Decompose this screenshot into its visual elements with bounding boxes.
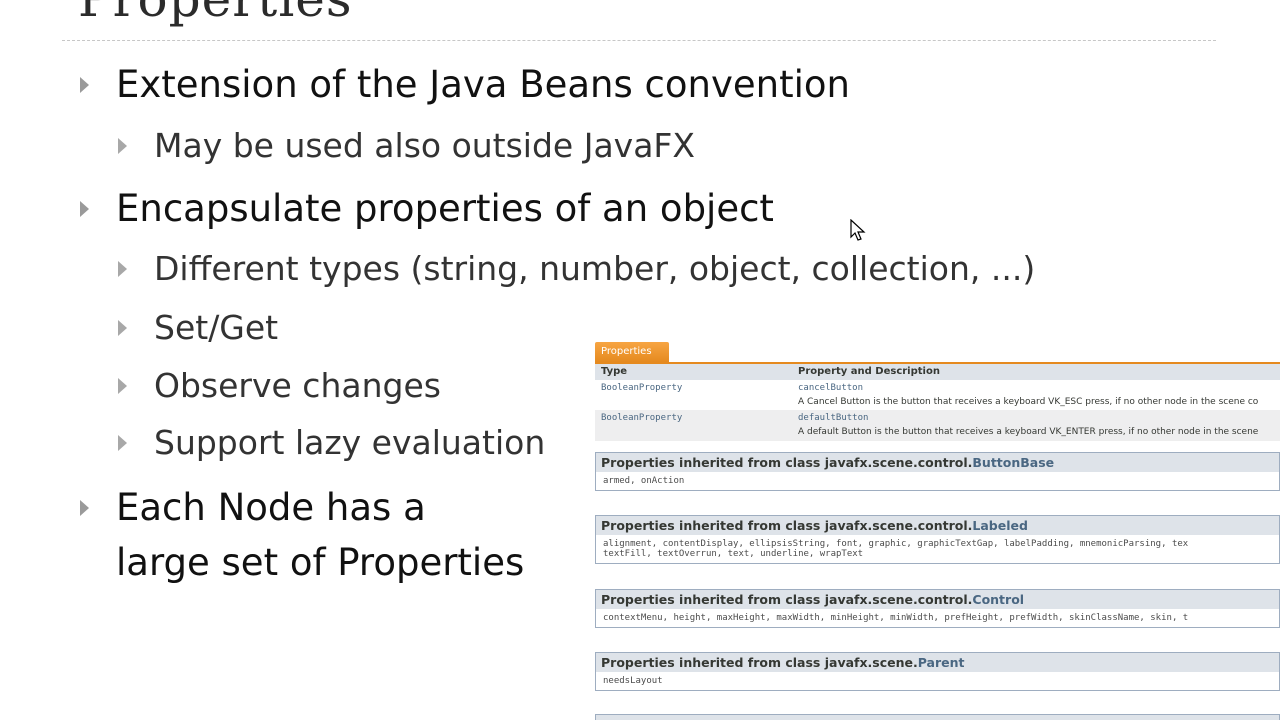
bullet-observe-changes: Observe changes: [118, 366, 441, 405]
mouse-pointer-icon: [850, 219, 866, 241]
bullet-text: May be used also outside JavaFX: [154, 126, 696, 165]
bullet-each-node: Each Node has a large set of Properties: [80, 480, 524, 590]
property-list-line[interactable]: textFill, textOverrun, text, underline, …: [603, 549, 863, 559]
section-heading: Properties inherited from class javafx.s…: [596, 453, 1279, 472]
bullet-arrow-icon: [118, 137, 127, 154]
bullet-arrow-icon: [118, 319, 127, 336]
property-list-line[interactable]: alignment, contentDisplay, ellipsisStrin…: [603, 539, 1188, 549]
class-link[interactable]: Parent: [918, 655, 965, 670]
bullet-text-block: Each Node has a large set of Properties: [116, 480, 524, 590]
bullet-java-beans: Extension of the Java Beans convention: [80, 63, 850, 106]
property-list-line[interactable]: needsLayout: [603, 676, 663, 686]
table-row: BooleanProperty cancelButton A Cancel Bu…: [595, 380, 1280, 411]
inherited-control-section: Properties inherited from class javafx.s…: [595, 589, 1280, 628]
properties-tab[interactable]: Properties: [595, 342, 669, 362]
bullet-arrow-icon: [80, 200, 89, 217]
bullet-encapsulate: Encapsulate properties of an object: [80, 187, 774, 230]
class-link[interactable]: ButtonBase: [972, 455, 1054, 470]
bullet-text-line2: large set of Properties: [116, 541, 525, 584]
property-name-link[interactable]: cancelButton: [798, 383, 863, 393]
bullet-text: Encapsulate properties of an object: [116, 187, 774, 230]
column-type: Type: [601, 366, 628, 377]
bullet-text-line1: Each Node has a: [116, 486, 426, 529]
section-heading-prefix: Properties inherited from class javafx.s…: [601, 592, 973, 607]
bullet-text: Different types (string, number, object,…: [154, 249, 1036, 288]
section-heading: [596, 715, 1279, 720]
property-description: A Cancel Button is the button that recei…: [798, 397, 1259, 407]
property-name-link[interactable]: defaultButton: [798, 413, 868, 423]
bullet-outside-javafx: May be used also outside JavaFX: [118, 126, 695, 165]
bullet-arrow-icon: [80, 76, 89, 93]
property-type-link[interactable]: BooleanProperty: [601, 413, 682, 423]
table-row: BooleanProperty defaultButton A default …: [595, 410, 1280, 441]
column-property-description: Property and Description: [798, 366, 940, 377]
title-divider: [62, 40, 1216, 41]
bullet-different-types: Different types (string, number, object,…: [118, 249, 1035, 288]
bullet-text: Set/Get: [154, 308, 279, 347]
inherited-property-list: needsLayout: [596, 672, 1279, 690]
bullet-set-get: Set/Get: [118, 308, 278, 347]
inherited-property-list: contextMenu, height, maxHeight, maxWidth…: [596, 609, 1279, 627]
property-list-line[interactable]: armed, onAction: [603, 476, 684, 486]
section-heading: Properties inherited from class javafx.s…: [596, 653, 1279, 672]
inherited-parent-section: Properties inherited from class javafx.s…: [595, 652, 1280, 691]
inherited-property-list: armed, onAction: [596, 472, 1279, 490]
javadoc-screenshot: Properties Type Property and Description…: [594, 342, 1280, 720]
inherited-property-list: alignment, contentDisplay, ellipsisStrin…: [596, 535, 1279, 563]
class-link[interactable]: Control: [972, 592, 1024, 607]
section-heading-prefix: Properties inherited from class javafx.s…: [601, 518, 973, 533]
bullet-lazy-evaluation: Support lazy evaluation: [118, 423, 545, 462]
bullet-text: Extension of the Java Beans convention: [116, 63, 850, 106]
property-description: A default Button is the button that rece…: [798, 427, 1259, 437]
section-heading: Properties inherited from class javafx.s…: [596, 516, 1279, 535]
bullet-text: Observe changes: [154, 366, 441, 405]
property-type-link[interactable]: BooleanProperty: [601, 383, 682, 393]
bullet-arrow-icon: [80, 500, 89, 516]
slide-title: Properties: [78, 0, 352, 28]
class-link[interactable]: Labeled: [972, 518, 1028, 533]
section-heading-prefix: Properties inherited from class javafx.s…: [601, 455, 973, 470]
bullet-arrow-icon: [118, 377, 127, 394]
property-list-line[interactable]: contextMenu, height, maxHeight, maxWidth…: [603, 613, 1188, 623]
bullet-arrow-icon: [118, 434, 127, 451]
section-heading: Properties inherited from class javafx.s…: [596, 590, 1279, 609]
bullet-text: Support lazy evaluation: [154, 423, 546, 462]
inherited-labeled-section: Properties inherited from class javafx.s…: [595, 515, 1280, 564]
inherited-section-cutoff: [595, 714, 1280, 720]
bullet-arrow-icon: [118, 260, 127, 277]
property-table-header: Type Property and Description: [595, 364, 1280, 380]
inherited-buttonbase-section: Properties inherited from class javafx.s…: [595, 452, 1280, 491]
section-heading-prefix: Properties inherited from class javafx.s…: [601, 655, 918, 670]
